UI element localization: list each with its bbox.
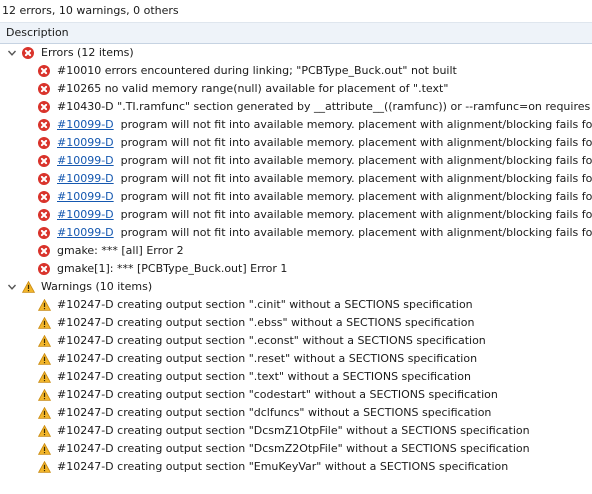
warnings-list: #10247-D creating output section ".cinit… [0, 296, 592, 476]
error-code-link[interactable]: #10099-D [57, 190, 114, 203]
error-row[interactable]: #10099-D program will not fit into avail… [0, 134, 592, 152]
error-code-link[interactable]: #10099-D [57, 226, 114, 239]
warnings-group[interactable]: Warnings (10 items) [0, 278, 592, 296]
error-icon [38, 209, 50, 221]
warning-icon [37, 298, 52, 311]
error-message: #10099-D program will not fit into avail… [57, 206, 592, 224]
error-text: program will not fit into available memo… [120, 190, 592, 203]
error-icon [38, 155, 50, 167]
errors-list: #10010 errors encountered during linking… [0, 62, 592, 278]
error-message: gmake: *** [all] Error 2 [57, 242, 184, 260]
warning-icon [37, 352, 52, 365]
warning-icon [37, 370, 52, 383]
chevron-down-icon[interactable] [6, 44, 18, 62]
error-text: gmake: *** [all] Error 2 [57, 244, 184, 257]
problems-summary: 12 errors, 10 warnings, 0 others [2, 4, 179, 17]
warning-icon [37, 316, 52, 329]
error-icon [38, 227, 50, 239]
error-icon [38, 137, 50, 149]
warning-icon [37, 406, 52, 419]
error-text: program will not fit into available memo… [120, 226, 592, 239]
error-row[interactable]: #10430-D ".TI.ramfunc" section generated… [0, 98, 592, 116]
warning-icon [37, 424, 52, 437]
error-message: #10099-D program will not fit into avail… [57, 116, 592, 134]
warning-message: #10247-D creating output section ".text"… [57, 370, 471, 383]
error-code-link[interactable]: #10099-D [57, 208, 114, 221]
warning-row[interactable]: #10247-D creating output section "dclfun… [0, 404, 592, 422]
error-message: #10099-D program will not fit into avail… [57, 170, 592, 188]
warning-row[interactable]: #10247-D creating output section ".cinit… [0, 296, 592, 314]
warning-message: #10247-D creating output section "DcsmZ2… [57, 442, 530, 455]
warning-row[interactable]: #10247-D creating output section "DcsmZ2… [0, 440, 592, 458]
warning-icon [37, 442, 52, 455]
error-icon [38, 65, 50, 77]
warning-icon [37, 388, 52, 401]
error-row[interactable]: #10099-D program will not fit into avail… [0, 152, 592, 170]
warning-message: #10247-D creating output section ".ebss"… [57, 316, 475, 329]
warning-message: #10247-D creating output section "dclfun… [57, 406, 492, 419]
error-message: #10010 errors encountered during linking… [57, 62, 457, 80]
warning-message: #10247-D creating output section "EmuKey… [57, 460, 509, 473]
error-text: #10010 errors encountered during linking… [57, 64, 457, 77]
warning-message: #10247-D creating output section "DcsmZ1… [57, 424, 530, 437]
error-row[interactable]: #10099-D program will not fit into avail… [0, 170, 592, 188]
error-code-link[interactable]: #10099-D [57, 136, 114, 149]
warning-message: #10247-D creating output section ".cinit… [57, 298, 473, 311]
error-message: gmake[1]: *** [PCBType_Buck.out] Error 1 [57, 260, 287, 278]
warning-message: #10247-D creating output section ".reset… [57, 352, 478, 365]
error-icon [38, 263, 50, 275]
warning-row[interactable]: #10247-D creating output section ".ebss"… [0, 314, 592, 332]
error-row[interactable]: #10010 errors encountered during linking… [0, 62, 592, 80]
error-row[interactable]: #10099-D program will not fit into avail… [0, 224, 592, 242]
errors-group[interactable]: Errors (12 items) [0, 44, 592, 62]
warnings-group-label: Warnings (10 items) [41, 280, 153, 293]
error-text: program will not fit into available memo… [120, 208, 592, 221]
error-row[interactable]: gmake: *** [all] Error 2 [0, 242, 592, 260]
error-icon [38, 245, 50, 257]
error-code-link[interactable]: #10099-D [57, 154, 114, 167]
warning-icon [21, 280, 36, 293]
warning-message: #10247-D creating output section "codest… [57, 388, 498, 401]
error-row[interactable]: #10099-D program will not fit into avail… [0, 206, 592, 224]
warning-message: #10247-D creating output section ".econs… [57, 334, 486, 347]
warning-icon [37, 334, 52, 347]
error-text: program will not fit into available memo… [120, 154, 592, 167]
error-icon [38, 191, 50, 203]
error-message: #10430-D ".TI.ramfunc" section generated… [57, 98, 592, 116]
error-icon [38, 101, 50, 113]
error-text: program will not fit into available memo… [120, 136, 592, 149]
warning-row[interactable]: #10247-D creating output section ".reset… [0, 350, 592, 368]
error-message: #10099-D program will not fit into avail… [57, 134, 592, 152]
error-text: program will not fit into available memo… [120, 118, 592, 131]
error-row[interactable]: gmake[1]: *** [PCBType_Buck.out] Error 1 [0, 260, 592, 278]
chevron-down-icon[interactable] [6, 278, 18, 296]
error-code-link[interactable]: #10099-D [57, 118, 114, 131]
warning-row[interactable]: #10247-D creating output section "DcsmZ1… [0, 422, 592, 440]
warning-icon [37, 460, 52, 473]
error-code-link[interactable]: #10099-D [57, 172, 114, 185]
error-message: #10099-D program will not fit into avail… [57, 188, 592, 206]
error-row[interactable]: #10265 no valid memory range(null) avail… [0, 80, 592, 98]
error-icon [38, 173, 50, 185]
error-icon [22, 47, 34, 59]
error-text: #10430-D ".TI.ramfunc" section generated… [57, 100, 592, 113]
error-message: #10265 no valid memory range(null) avail… [57, 80, 448, 98]
description-column-header[interactable]: Description [0, 22, 592, 44]
error-text: gmake[1]: *** [PCBType_Buck.out] Error 1 [57, 262, 288, 275]
error-row[interactable]: #10099-D program will not fit into avail… [0, 116, 592, 134]
error-message: #10099-D program will not fit into avail… [57, 224, 592, 242]
warning-row[interactable]: #10247-D creating output section ".econs… [0, 332, 592, 350]
warning-row[interactable]: #10247-D creating output section ".text"… [0, 368, 592, 386]
warning-row[interactable]: #10247-D creating output section "EmuKey… [0, 458, 592, 476]
error-icon [38, 83, 50, 95]
warning-row[interactable]: #10247-D creating output section "codest… [0, 386, 592, 404]
errors-group-label: Errors (12 items) [41, 46, 134, 59]
error-text: program will not fit into available memo… [120, 172, 592, 185]
error-icon [38, 119, 50, 131]
error-row[interactable]: #10099-D program will not fit into avail… [0, 188, 592, 206]
problems-tree: Errors (12 items) #10010 errors encounte… [0, 44, 592, 476]
error-message: #10099-D program will not fit into avail… [57, 152, 592, 170]
error-text: #10265 no valid memory range(null) avail… [57, 82, 449, 95]
